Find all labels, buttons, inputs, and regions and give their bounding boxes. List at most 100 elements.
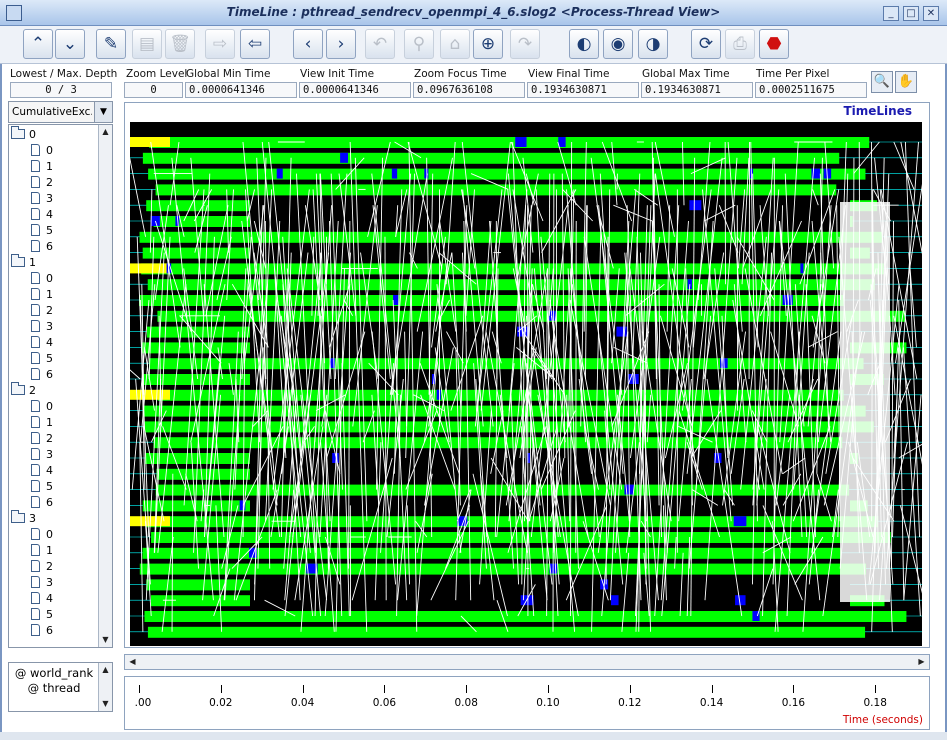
document-icon: [31, 624, 40, 636]
zoom-in-button[interactable]: ⊕: [473, 29, 503, 59]
tree-thread-item[interactable]: 1: [31, 543, 53, 559]
document-icon: [31, 416, 40, 428]
tree-thread-item[interactable]: 6: [31, 623, 53, 639]
scroll-up-button[interactable]: ⌃: [23, 29, 53, 59]
tree-thread-item[interactable]: 3: [31, 319, 53, 335]
scroll-down-button[interactable]: ⌄: [55, 29, 85, 59]
legend-order-combo[interactable]: CumulativeExc... ▼: [8, 101, 113, 123]
refresh-button[interactable]: ⟳: [691, 29, 721, 59]
view-final-field[interactable]: 0.1934630871: [527, 82, 639, 98]
time-per-pixel-value: 0.0002511675: [755, 82, 867, 98]
tree-thread-item[interactable]: 4: [31, 591, 53, 607]
tree-thread-item[interactable]: 2: [31, 175, 53, 191]
tree-vertical-scrollbar[interactable]: ▲ ▼: [98, 125, 112, 647]
scroll-left-button[interactable]: ‹: [293, 29, 323, 59]
tree-thread-item[interactable]: 0: [31, 271, 53, 287]
folder-icon: [11, 126, 25, 139]
scroll-right-button[interactable]: ›: [326, 29, 356, 59]
undo-zoom-button[interactable]: ↶: [365, 29, 395, 59]
stop-button[interactable]: ⬣: [759, 29, 789, 59]
close-button[interactable]: ✕: [923, 6, 939, 21]
timeline-horizontal-scrollbar[interactable]: ◀ ▶: [124, 654, 930, 670]
zoom-focus-field[interactable]: 0.0967636108: [413, 82, 525, 98]
tree-thread-item[interactable]: 6: [31, 495, 53, 511]
tree-thread-item[interactable]: 0: [31, 143, 53, 159]
tree-thread-item[interactable]: 5: [31, 607, 53, 623]
document-icon: [31, 464, 40, 476]
hand-tool-icon[interactable]: ✋: [895, 71, 917, 93]
axis-tick: [875, 685, 877, 693]
timeline-graph: [122, 137, 931, 638]
maximize-button[interactable]: □: [903, 6, 919, 21]
scroll-down-arrow-icon[interactable]: ▼: [99, 697, 112, 711]
tree-group-rank[interactable]: 0: [11, 126, 36, 143]
tree-thread-item[interactable]: 2: [31, 431, 53, 447]
time-per-pixel-label: Time Per Pixel: [756, 68, 830, 80]
delete-button[interactable]: 🗑: [165, 29, 195, 59]
scroll-left-arrow-icon[interactable]: ◀: [126, 655, 139, 669]
scroll-up-arrow-icon[interactable]: ▲: [99, 125, 112, 139]
tree-thread-item[interactable]: 5: [31, 479, 53, 495]
zoom-out-button[interactable]: ⚲: [404, 29, 434, 59]
blocking-state: [150, 216, 160, 226]
search-init-button[interactable]: ◉: [603, 29, 633, 59]
tree-thread-item[interactable]: 1: [31, 159, 53, 175]
tree-thread-item[interactable]: 3: [31, 575, 53, 591]
message-arrow: [569, 141, 573, 617]
document-icon: [31, 320, 40, 332]
move-forward-button[interactable]: ⇨: [205, 29, 235, 59]
tree-thread-label: 2: [46, 176, 53, 189]
chevron-down-icon[interactable]: ▼: [94, 102, 112, 122]
tree-thread-item[interactable]: 3: [31, 191, 53, 207]
timelines-title: TimeLines: [840, 104, 915, 118]
tree-thread-item[interactable]: 1: [31, 287, 53, 303]
tree-thread-item[interactable]: 1: [31, 415, 53, 431]
message-arrow: [686, 442, 703, 490]
tree-thread-label: 1: [46, 160, 53, 173]
zoom-focus-label: Zoom Focus Time: [414, 68, 507, 80]
scroll-down-arrow-icon[interactable]: ▼: [99, 633, 112, 647]
search-backward-button[interactable]: ◐: [569, 29, 599, 59]
tree-group-rank[interactable]: 1: [11, 254, 36, 271]
tree-thread-item[interactable]: 4: [31, 335, 53, 351]
tree-thread-item[interactable]: 0: [31, 527, 53, 543]
tree-thread-item[interactable]: 4: [31, 207, 53, 223]
tree-thread-item[interactable]: 2: [31, 559, 53, 575]
print-button[interactable]: ⎙: [725, 29, 755, 59]
scroll-right-arrow-icon[interactable]: ▶: [915, 655, 928, 669]
zoom-tool-magnifier-icon[interactable]: 🔍: [871, 71, 893, 93]
zoom-home-button[interactable]: ⌂: [440, 29, 470, 59]
axis-tick-label: 0.16: [781, 697, 806, 709]
timeline-canvas[interactable]: [122, 122, 931, 646]
init-state-bar: [130, 137, 170, 147]
legend-vertical-scrollbar[interactable]: ▲ ▼: [98, 663, 112, 711]
tree-thread-item[interactable]: 0: [31, 399, 53, 415]
document-icon: [31, 400, 40, 412]
paste-button[interactable]: ▤: [132, 29, 162, 59]
tree-thread-item[interactable]: 3: [31, 447, 53, 463]
axis-tick-label: 0.10: [536, 697, 560, 709]
tree-thread-label: 6: [46, 240, 53, 253]
tree-thread-item[interactable]: 5: [31, 223, 53, 239]
move-back-button[interactable]: ⇦: [240, 29, 270, 59]
view-init-field[interactable]: 0.0000641346: [299, 82, 411, 98]
document-icon: [31, 192, 40, 204]
tree-thread-item[interactable]: 5: [31, 351, 53, 367]
tree-group-rank[interactable]: 3: [11, 510, 36, 527]
tree-thread-item[interactable]: 6: [31, 239, 53, 255]
state-bar: [149, 358, 864, 370]
tree-thread-item[interactable]: 2: [31, 303, 53, 319]
tree-group-label: 0: [29, 128, 36, 141]
minimize-button[interactable]: _: [883, 6, 899, 21]
search-forward-button[interactable]: ◑: [638, 29, 668, 59]
tree-thread-item[interactable]: 4: [31, 463, 53, 479]
axis-tick-label: 0.14: [699, 697, 724, 709]
tree-group-rank[interactable]: 2: [11, 382, 36, 399]
axis-tick-label: 0.06: [372, 697, 397, 709]
scroll-up-arrow-icon[interactable]: ▲: [99, 663, 112, 677]
redo-zoom-button[interactable]: ↷: [510, 29, 540, 59]
tree-thread-label: 1: [46, 544, 53, 557]
idle-region: [250, 246, 850, 260]
tree-thread-item[interactable]: 6: [31, 367, 53, 383]
edit-button[interactable]: ✎: [96, 29, 126, 59]
